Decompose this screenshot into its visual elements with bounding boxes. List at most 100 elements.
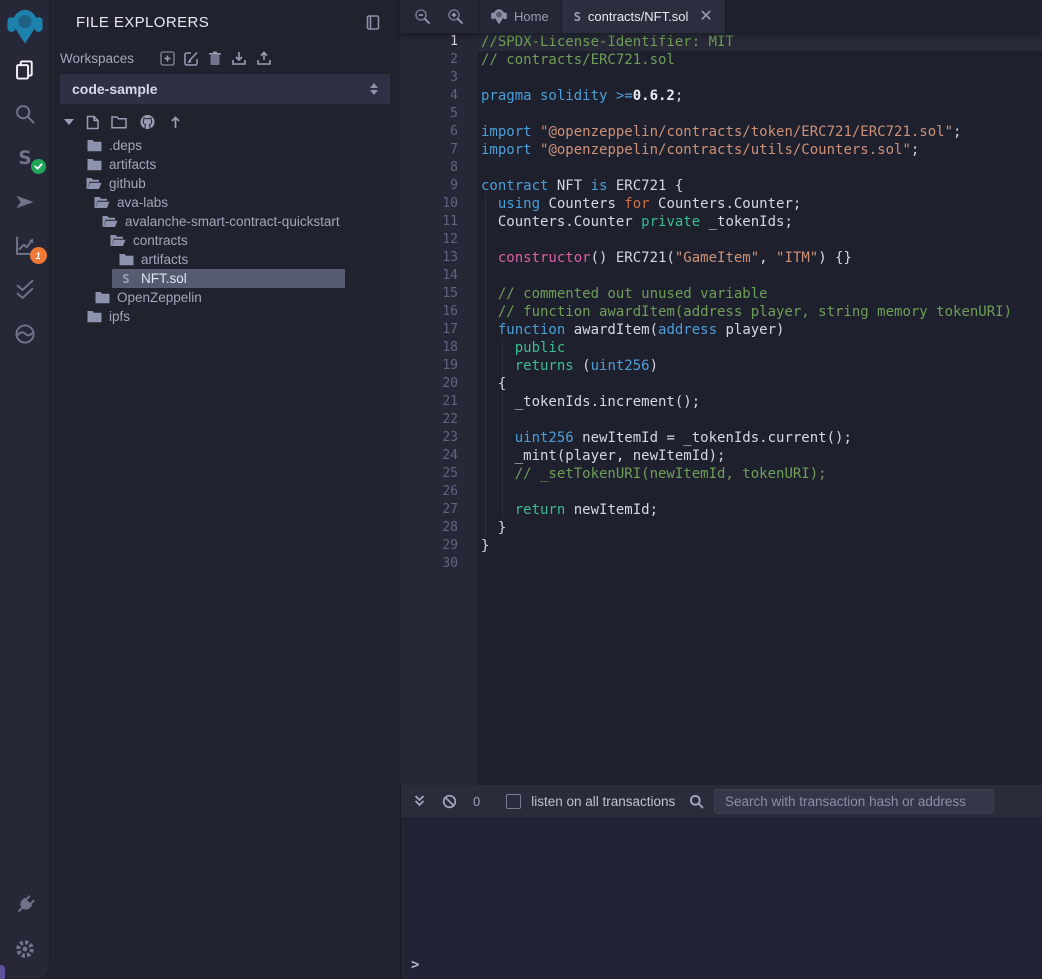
code-line-11[interactable]: Counters.Counter private _tokenIds; xyxy=(481,213,1042,231)
file-explorer-panel: FILE EXPLORERS Workspaces xyxy=(50,0,400,979)
tab-home-label: Home xyxy=(514,9,549,24)
create-workspace-icon[interactable] xyxy=(160,51,175,66)
folder-closed-icon xyxy=(86,310,102,323)
code-line-10[interactable]: using Counters for Counters.Counter; xyxy=(481,195,1042,213)
panel-title: FILE EXPLORERS xyxy=(76,14,209,31)
code-line-23[interactable]: uint256 newItemId = _tokenIds.current(); xyxy=(481,429,1042,447)
static-analysis-icon[interactable]: 1 xyxy=(0,224,50,268)
tab-home[interactable]: Home xyxy=(478,0,561,33)
tree-item--deps[interactable]: .deps xyxy=(50,136,400,155)
tree-item-artifacts[interactable]: artifacts xyxy=(50,250,400,269)
code-line-16[interactable]: // function awardItem(address player, st… xyxy=(481,303,1042,321)
code-line-29[interactable]: } xyxy=(481,537,1042,555)
code-line-28[interactable]: } xyxy=(481,519,1042,537)
download-workspaces-icon[interactable] xyxy=(231,51,247,66)
transaction-count: 0 xyxy=(473,794,480,809)
code-line-17[interactable]: function awardItem(address player) xyxy=(481,321,1042,339)
line-number: 17 xyxy=(400,321,478,339)
github-clone-icon[interactable] xyxy=(139,114,156,130)
settings-icon[interactable] xyxy=(0,927,50,971)
workspace-select[interactable]: code-sample xyxy=(60,74,390,104)
tree-item-avalanche-smart-contract-quickstart[interactable]: avalanche-smart-contract-quickstart xyxy=(50,212,400,231)
code-line-12[interactable] xyxy=(481,231,1042,249)
zoom-out-icon[interactable] xyxy=(414,8,431,25)
search-icon[interactable] xyxy=(0,92,50,136)
code-line-8[interactable] xyxy=(481,159,1042,177)
line-number: 12 xyxy=(400,231,478,249)
upload-file-icon[interactable] xyxy=(168,115,183,130)
code-line-21[interactable]: _tokenIds.increment(); xyxy=(481,393,1042,411)
line-number: 7 xyxy=(400,141,478,159)
line-number: 3 xyxy=(400,69,478,87)
tree-item-nft-sol[interactable]: SNFT.sol xyxy=(50,269,400,288)
analysis-count-badge: 1 xyxy=(30,247,47,264)
code-line-13[interactable]: constructor() ERC721("GameItem", "ITM") … xyxy=(481,249,1042,267)
root-collapse-caret[interactable] xyxy=(64,119,74,125)
tree-item-label: contracts xyxy=(133,233,188,248)
remix-home-icon xyxy=(491,8,507,25)
line-number: 4 xyxy=(400,87,478,105)
code-line-25[interactable]: // _setTokenURI(newItemId, tokenURI); xyxy=(481,465,1042,483)
terminal-output[interactable]: > xyxy=(401,817,1042,979)
workspaces-label: Workspaces xyxy=(60,51,134,66)
tree-item-label: ipfs xyxy=(109,309,130,324)
solidity-compiler-icon[interactable]: S xyxy=(0,136,50,180)
code-line-7[interactable]: import "@openzeppelin/contracts/utils/Co… xyxy=(481,141,1042,159)
line-number: 1 xyxy=(400,33,478,51)
line-number: 24 xyxy=(400,447,478,465)
new-file-icon[interactable] xyxy=(86,115,99,130)
tree-item-contracts[interactable]: contracts xyxy=(50,231,400,250)
delete-workspace-icon[interactable] xyxy=(208,51,222,66)
line-numbers: 1234567891011121314151617181920212223242… xyxy=(400,33,478,785)
code-line-14[interactable] xyxy=(481,267,1042,285)
code-line-4[interactable]: pragma solidity >=0.6.2; xyxy=(481,87,1042,105)
line-number: 16 xyxy=(400,303,478,321)
remix-logo-icon[interactable] xyxy=(0,4,50,48)
tree-item-github[interactable]: github xyxy=(50,174,400,193)
code-line-18[interactable]: public xyxy=(481,339,1042,357)
code-line-5[interactable] xyxy=(481,105,1042,123)
code-line-30[interactable] xyxy=(481,555,1042,573)
restore-workspaces-icon[interactable] xyxy=(256,51,272,66)
close-tab-icon[interactable]: ✕ xyxy=(699,9,712,25)
line-number: 23 xyxy=(400,429,478,447)
deploy-run-icon[interactable] xyxy=(0,180,50,224)
zoom-in-icon[interactable] xyxy=(447,8,464,25)
line-number: 29 xyxy=(400,537,478,555)
new-folder-icon[interactable] xyxy=(111,115,127,129)
code-line-3[interactable] xyxy=(481,69,1042,87)
code-line-22[interactable] xyxy=(481,411,1042,429)
tab-nft-sol[interactable]: S contracts/NFT.sol ✕ xyxy=(561,0,726,33)
workspaces-row: Workspaces xyxy=(50,41,400,72)
tree-item-openzeppelin[interactable]: OpenZeppelin xyxy=(50,288,400,307)
code-line-6[interactable]: import "@openzeppelin/contracts/token/ER… xyxy=(481,123,1042,141)
rename-workspace-icon[interactable] xyxy=(184,51,199,66)
code-line-1[interactable]: //SPDX-License-Identifier: MIT xyxy=(481,33,1042,51)
plugin-circle-icon[interactable] xyxy=(0,312,50,356)
code-line-20[interactable]: { xyxy=(481,375,1042,393)
code-editor[interactable]: 1234567891011121314151617181920212223242… xyxy=(400,33,1042,785)
terminal-search-input[interactable] xyxy=(714,789,994,814)
tree-item-ipfs[interactable]: ipfs xyxy=(50,307,400,326)
tree-item-ava-labs[interactable]: ava-labs xyxy=(50,193,400,212)
file-explorer-icon[interactable] xyxy=(0,48,50,92)
plugin-manager-icon[interactable] xyxy=(0,883,50,927)
code-line-15[interactable]: // commented out unused variable xyxy=(481,285,1042,303)
code-line-19[interactable]: returns (uint256) xyxy=(481,357,1042,375)
tree-item-artifacts[interactable]: artifacts xyxy=(50,155,400,174)
expand-terminal-icon[interactable] xyxy=(413,794,426,808)
line-number: 30 xyxy=(400,555,478,573)
clear-console-icon[interactable] xyxy=(442,794,457,809)
line-number: 18 xyxy=(400,339,478,357)
unit-testing-icon[interactable] xyxy=(0,268,50,312)
code-line-27[interactable]: return newItemId; xyxy=(481,501,1042,519)
line-number: 27 xyxy=(400,501,478,519)
code-line-26[interactable] xyxy=(481,483,1042,501)
line-number: 25 xyxy=(400,465,478,483)
folder-closed-icon xyxy=(86,139,102,152)
listen-transactions-checkbox[interactable] xyxy=(506,794,521,809)
code-line-2[interactable]: // contracts/ERC721.sol xyxy=(481,51,1042,69)
docs-book-icon[interactable] xyxy=(366,15,380,30)
code-line-9[interactable]: contract NFT is ERC721 { xyxy=(481,177,1042,195)
code-line-24[interactable]: _mint(player, newItemId); xyxy=(481,447,1042,465)
